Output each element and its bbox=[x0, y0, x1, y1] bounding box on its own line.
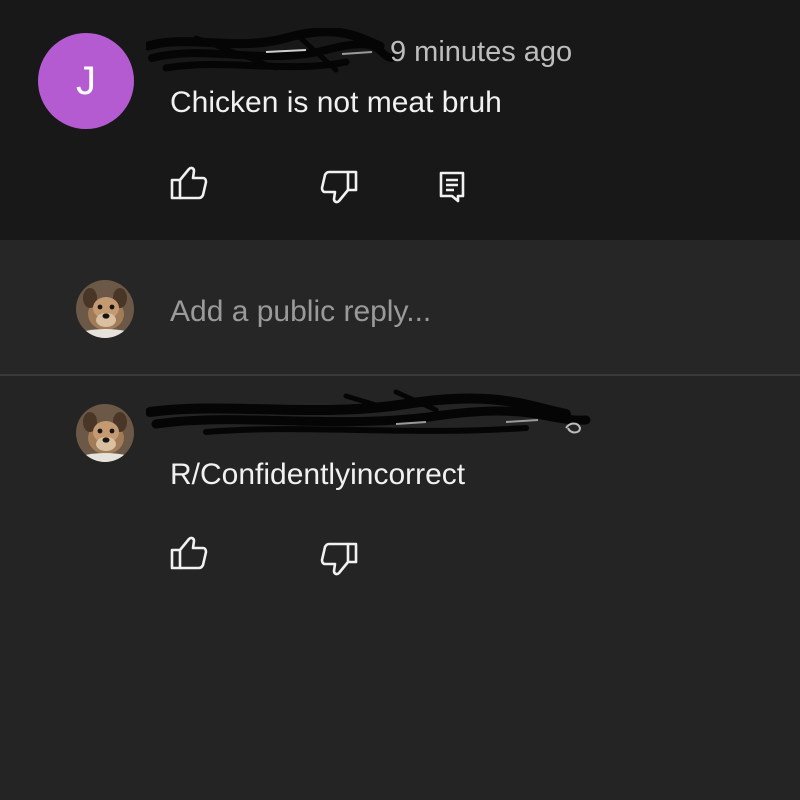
thumbs-up-icon bbox=[170, 166, 208, 200]
thumbs-down-icon bbox=[320, 542, 358, 576]
reply-input[interactable] bbox=[170, 290, 730, 334]
dislike-button[interactable] bbox=[316, 164, 362, 210]
user-avatar[interactable] bbox=[76, 280, 134, 338]
divider bbox=[0, 374, 800, 376]
reply-like-button[interactable] bbox=[166, 530, 212, 576]
reply-meta bbox=[146, 388, 606, 448]
dog-avatar-image bbox=[76, 280, 134, 338]
comment-meta: 9 minutes ago bbox=[146, 28, 586, 76]
reply-avatar[interactable] bbox=[76, 404, 134, 462]
reply-dislike-button[interactable] bbox=[316, 536, 362, 582]
thumbs-down-icon bbox=[320, 170, 358, 204]
reply-text: R/Confidentlyincorrect bbox=[170, 458, 466, 491]
comment-text: Chicken is not meat bruh bbox=[170, 86, 502, 119]
comment-timestamp: 9 minutes ago bbox=[390, 36, 573, 68]
redacted-username bbox=[146, 28, 396, 73]
reply-button[interactable] bbox=[430, 164, 476, 210]
redacted-username bbox=[146, 389, 591, 435]
thumbs-up-icon bbox=[170, 536, 208, 570]
reply-icon bbox=[439, 171, 465, 203]
dog-avatar-image bbox=[76, 404, 134, 462]
avatar[interactable]: J bbox=[38, 33, 134, 129]
comment-thread-top: J 9 minutes ago Chicken is not meat bruh bbox=[0, 0, 800, 240]
like-button[interactable] bbox=[166, 160, 212, 206]
comments-page: J 9 minutes ago Chicken is not meat bruh bbox=[0, 0, 800, 800]
